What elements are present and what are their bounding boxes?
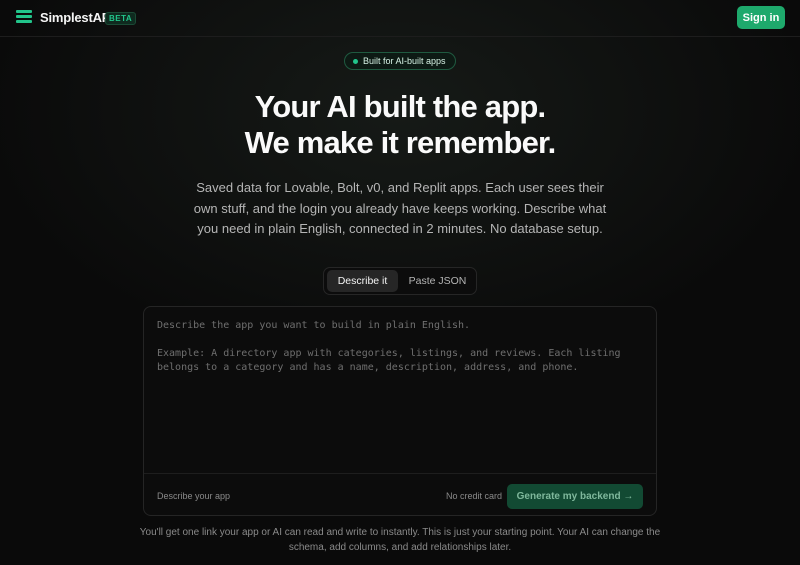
input-hint: Describe your app bbox=[157, 491, 231, 501]
describe-card: Describe your app No credit card Generat… bbox=[143, 306, 657, 516]
headline-line-1: Your AI built the app. bbox=[254, 89, 546, 124]
tagline-pill-label: Built for AI-built apps bbox=[363, 56, 446, 66]
app-description-input[interactable] bbox=[144, 307, 656, 473]
beta-badge: BETA bbox=[105, 12, 137, 25]
top-bar: SimplestAPI BETA Sign in bbox=[0, 0, 800, 37]
tab-describe-it[interactable]: Describe it bbox=[327, 270, 398, 292]
tab-paste-json[interactable]: Paste JSON bbox=[401, 270, 474, 292]
sign-in-button[interactable]: Sign in bbox=[737, 6, 785, 29]
logo-icon[interactable] bbox=[16, 10, 32, 24]
hero-subtitle: Saved data for Lovable, Bolt, v0, and Re… bbox=[193, 180, 607, 236]
page-title: Your AI built the app. We make it rememb… bbox=[0, 89, 800, 161]
no-credit-card-note: No credit card bbox=[446, 491, 503, 501]
status-dot-icon bbox=[353, 59, 358, 64]
generate-backend-button[interactable]: Generate my backend → bbox=[507, 484, 643, 509]
input-mode-tabs: Describe it Paste JSON bbox=[323, 267, 477, 295]
footnote-text: You'll get one link your app or AI can r… bbox=[139, 527, 661, 553]
card-footer: Describe your app No credit card Generat… bbox=[144, 473, 656, 515]
headline-line-2: We make it remember. bbox=[244, 125, 557, 160]
brand-name[interactable]: SimplestAPI bbox=[40, 10, 114, 25]
tagline-pill: Built for AI-built apps bbox=[344, 52, 456, 70]
